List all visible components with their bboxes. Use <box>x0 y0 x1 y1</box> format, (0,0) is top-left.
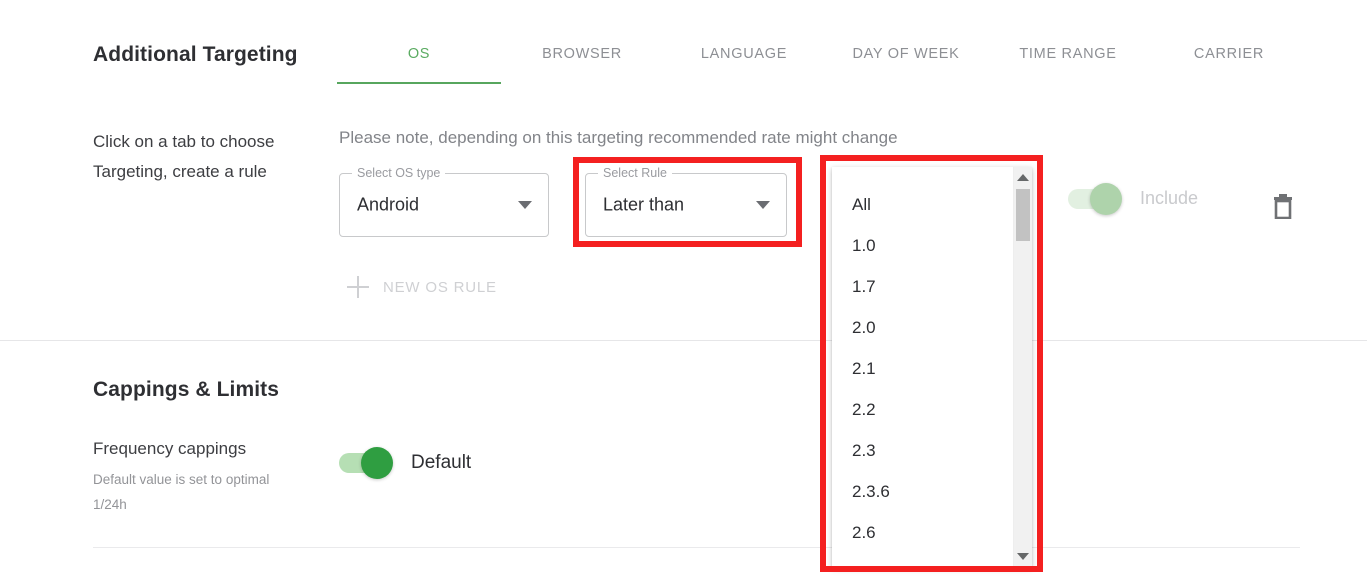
select-os-type-legend: Select OS type <box>352 166 446 181</box>
tab-carrier[interactable]: CARRIER <box>1149 40 1309 84</box>
bottom-divider <box>93 547 1300 548</box>
chevron-down-icon[interactable] <box>518 201 532 209</box>
tab-os[interactable]: OS <box>337 40 501 84</box>
dropdown-option[interactable]: 2.2 <box>832 389 1014 430</box>
scroll-down-arrow-icon[interactable] <box>1014 548 1032 565</box>
frequency-subtitle-line-1: Default value is set to optimal <box>93 472 270 487</box>
select-os-type-value: Android <box>357 194 420 215</box>
dropdown-option[interactable]: All <box>832 184 1014 225</box>
new-os-rule-button[interactable]: NEW OS RULE <box>347 276 497 298</box>
targeting-tabs: OS BROWSER LANGUAGE DAY OF WEEK TIME RAN… <box>337 40 1309 84</box>
targeting-note: Please note, depending on this targeting… <box>339 128 898 147</box>
include-toggle[interactable] <box>1068 182 1122 215</box>
dropdown-option[interactable]: 1.7 <box>832 266 1014 307</box>
select-os-type[interactable]: Select OS type Android <box>339 166 549 237</box>
toggle-knob <box>361 447 393 479</box>
tab-time-range-label: TIME RANGE <box>1019 46 1117 62</box>
include-toggle-row: Include <box>1068 182 1199 215</box>
dropdown-option[interactable]: 2.3.6 <box>832 471 1014 512</box>
frequency-cappings-subtitle: Default value is set to optimal 1/24h <box>93 467 333 517</box>
tab-time-range[interactable]: TIME RANGE <box>987 40 1149 84</box>
targeting-helper-text: Click on a tab to choose Targeting, crea… <box>93 132 275 181</box>
dropdown-scrollbar[interactable] <box>1013 167 1032 567</box>
tab-browser-label: BROWSER <box>542 46 622 62</box>
tab-language[interactable]: LANGUAGE <box>663 40 825 84</box>
frequency-cappings-title: Frequency cappings <box>93 439 247 458</box>
dropdown-option[interactable]: 2.1 <box>832 348 1014 389</box>
dropdown-option[interactable]: 2.3 <box>832 430 1014 471</box>
trash-icon <box>1274 194 1292 220</box>
tab-day-of-week[interactable]: DAY OF WEEK <box>825 40 987 84</box>
include-toggle-label: Include <box>1140 188 1199 208</box>
dropdown-option[interactable]: 2.6 <box>832 512 1014 553</box>
tab-language-label: LANGUAGE <box>700 46 788 62</box>
tab-os-label: OS <box>407 46 431 62</box>
tab-day-of-week-label: DAY OF WEEK <box>852 46 960 62</box>
page-root: Additional Targeting OS BROWSER LANGUAGE… <box>0 0 1367 581</box>
section-divider <box>0 340 1367 341</box>
dropdown-option-list: All 1.0 1.7 2.0 2.1 2.2 2.3 2.3.6 2.6 3.… <box>832 167 1014 567</box>
frequency-cappings-block: Frequency cappings Default value is set … <box>93 439 333 517</box>
section-title-cappings-limits: Cappings & Limits <box>93 378 280 401</box>
frequency-default-toggle-row: Default <box>339 447 472 479</box>
new-os-rule-label: NEW OS RULE <box>383 278 497 296</box>
frequency-default-toggle[interactable] <box>339 447 393 479</box>
dropdown-option[interactable]: 2.0 <box>832 307 1014 348</box>
scroll-up-arrow-icon[interactable] <box>1014 169 1032 186</box>
delete-rule-button[interactable] <box>1271 193 1295 220</box>
dropdown-option[interactable]: 3.0 <box>832 553 1014 567</box>
toggle-knob <box>1090 182 1122 215</box>
select-rule-legend: Select Rule <box>598 166 672 181</box>
section-title-additional-targeting: Additional Targeting <box>93 43 298 66</box>
dropdown-option[interactable]: 1.0 <box>832 225 1014 266</box>
plus-icon <box>347 276 369 298</box>
tab-browser[interactable]: BROWSER <box>501 40 663 84</box>
select-rule-value: Later than <box>603 194 685 215</box>
chevron-down-icon[interactable] <box>756 201 770 209</box>
frequency-subtitle-line-2: 1/24h <box>93 497 127 512</box>
os-version-dropdown-menu[interactable]: All 1.0 1.7 2.0 2.1 2.2 2.3 2.3.6 2.6 3.… <box>832 167 1032 567</box>
select-rule[interactable]: Select Rule Later than <box>585 166 787 237</box>
tab-carrier-label: CARRIER <box>1193 46 1265 62</box>
frequency-default-label: Default <box>411 452 472 473</box>
scrollbar-thumb[interactable] <box>1016 189 1030 241</box>
